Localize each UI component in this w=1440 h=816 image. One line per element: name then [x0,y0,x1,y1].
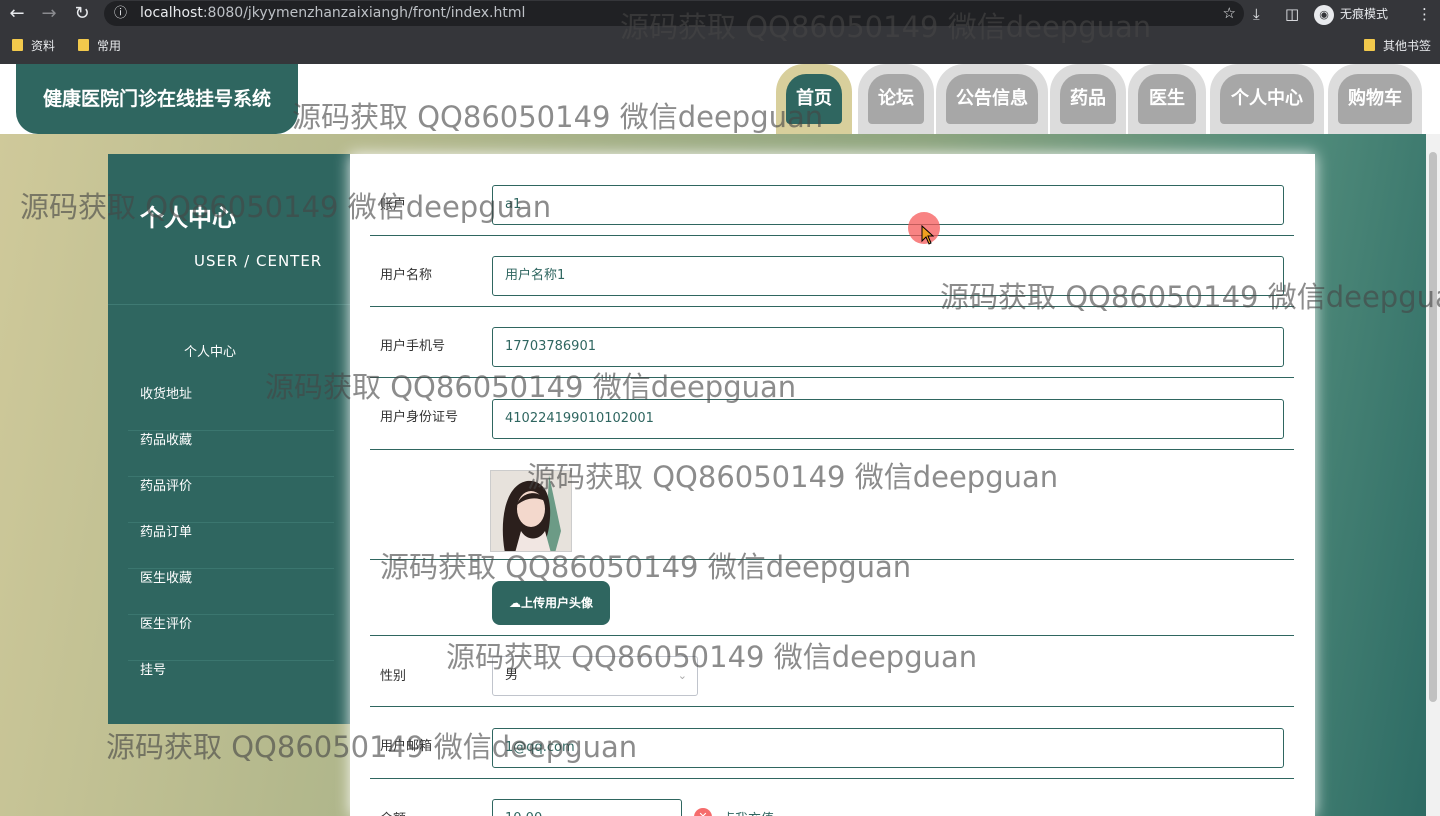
tab-user-center[interactable]: 个人中心 [1210,64,1324,134]
watermark-text: 源码获取 QQ86050149 微信deepguan [265,370,797,404]
tab-forum[interactable]: 论坛 [858,64,934,134]
page-viewport: 健康医院门诊在线挂号系统 首页 论坛 公告信息 药品 医生 个人中心 购物车 个… [0,64,1440,816]
sidebar-item-user-center[interactable]: 个人中心 [184,341,236,360]
tab-doctor[interactable]: 医生 [1128,64,1206,134]
watermark-text: 源码获取 QQ86050149 微信deepguan [446,640,978,674]
scrollbar-thumb[interactable] [1429,152,1437,702]
recharge-link[interactable]: 点我充值 [722,808,774,816]
sidebar-divider [108,304,350,305]
form-row-balance: 余额 10.00 [370,779,1294,816]
watermark-text: 源码获取 QQ86050149 微信deepguan [940,280,1440,314]
watermark-text: 源码获取 QQ86050149 微信deepguan [380,550,912,584]
watermark-text: 源码获取 QQ86050149 微信deepguan [620,10,1152,44]
phone-label: 用户手机号 [380,339,446,354]
gender-label: 性别 [380,669,407,684]
folder-icon [78,39,89,51]
watermark-text: 源码获取 QQ86050149 微信deepguan [292,100,824,134]
bookmark-star-icon[interactable]: ☆ [1223,1,1236,26]
bookmark-label: 常用 [97,39,122,53]
sidebar-item-doctor-favorites[interactable]: 医生收藏 [128,569,334,615]
sidebar-item-registration[interactable]: 挂号 [128,661,334,707]
sidebar-item-medicine-reviews[interactable]: 药品评价 [128,477,334,523]
tab-label: 购物车 [1338,74,1412,124]
tab-label: 药品 [1060,74,1116,124]
bookmark-folder[interactable]: 资料 [12,37,55,55]
watermark-text: 源码获取 QQ86050149 微信deepguan [20,190,552,224]
page-scrollbar[interactable] [1426,134,1440,816]
sidebar-item-doctor-reviews[interactable]: 医生评价 [128,615,334,661]
download-icon[interactable]: ⤓ [1253,3,1260,25]
mouse-cursor-icon [921,225,935,245]
sidepanel-icon[interactable]: ◫ [1285,3,1299,25]
back-icon[interactable]: ← [6,3,28,25]
watermark-text: 源码获取 QQ86050149 微信deepguan [527,460,1059,494]
url-host: localhost [140,5,203,21]
idcard-label: 用户身份证号 [380,410,459,425]
balance-input[interactable]: 10.00 [492,799,682,816]
account-input[interactable]: a1 [492,185,1284,225]
upload-avatar-button[interactable]: ☁上传用户头像 [492,581,610,625]
cloud-upload-icon: ☁ [508,596,521,610]
tab-label: 论坛 [868,74,924,124]
url-path: :8080/jkyymenzhanzaixiangh/front/index.h… [202,5,526,21]
folder-icon [1364,39,1375,51]
tab-announcements[interactable]: 公告信息 [936,64,1048,134]
site-info-icon[interactable]: ⓘ [114,1,127,26]
bookmark-folder[interactable]: 常用 [78,37,121,55]
bookmark-label: 资料 [31,39,56,53]
incognito-indicator[interactable]: ◉ 无痕模式 [1314,3,1388,25]
upload-avatar-label: 上传用户头像 [520,596,593,610]
other-bookmarks[interactable]: 其他书签 [1364,37,1431,55]
incognito-icon: ◉ [1314,4,1334,25]
tab-label: 公告信息 [946,74,1038,124]
watermark-text: 源码获取 QQ86050149 微信deepguan [106,730,638,764]
sidebar-item-medicine-orders[interactable]: 药品订单 [128,523,334,569]
tab-label: 个人中心 [1220,74,1314,124]
folder-icon [12,39,23,51]
phone-input[interactable]: 17703786901 [492,327,1284,367]
menu-kebab-icon[interactable]: ⋮ [1417,3,1432,25]
sidebar-subtitle: USER / CENTER [194,252,323,270]
user-center-sidebar: 个人中心 USER / CENTER 个人中心 收货地址 药品收藏 药品评价 药… [108,154,350,724]
balance-label: 余额 [380,808,406,816]
sidebar-item-medicine-favorites[interactable]: 药品收藏 [128,431,334,477]
forward-icon[interactable]: → [38,3,60,25]
bookmark-label: 其他书签 [1383,39,1432,53]
name-label: 用户名称 [380,268,433,283]
site-logo[interactable]: 健康医院门诊在线挂号系统 [16,64,298,134]
tab-label: 医生 [1138,74,1196,124]
tab-medicine[interactable]: 药品 [1050,64,1126,134]
reload-icon[interactable]: ↻ [71,3,93,25]
tab-cart[interactable]: 购物车 [1328,64,1422,134]
incognito-label: 无痕模式 [1340,7,1389,21]
